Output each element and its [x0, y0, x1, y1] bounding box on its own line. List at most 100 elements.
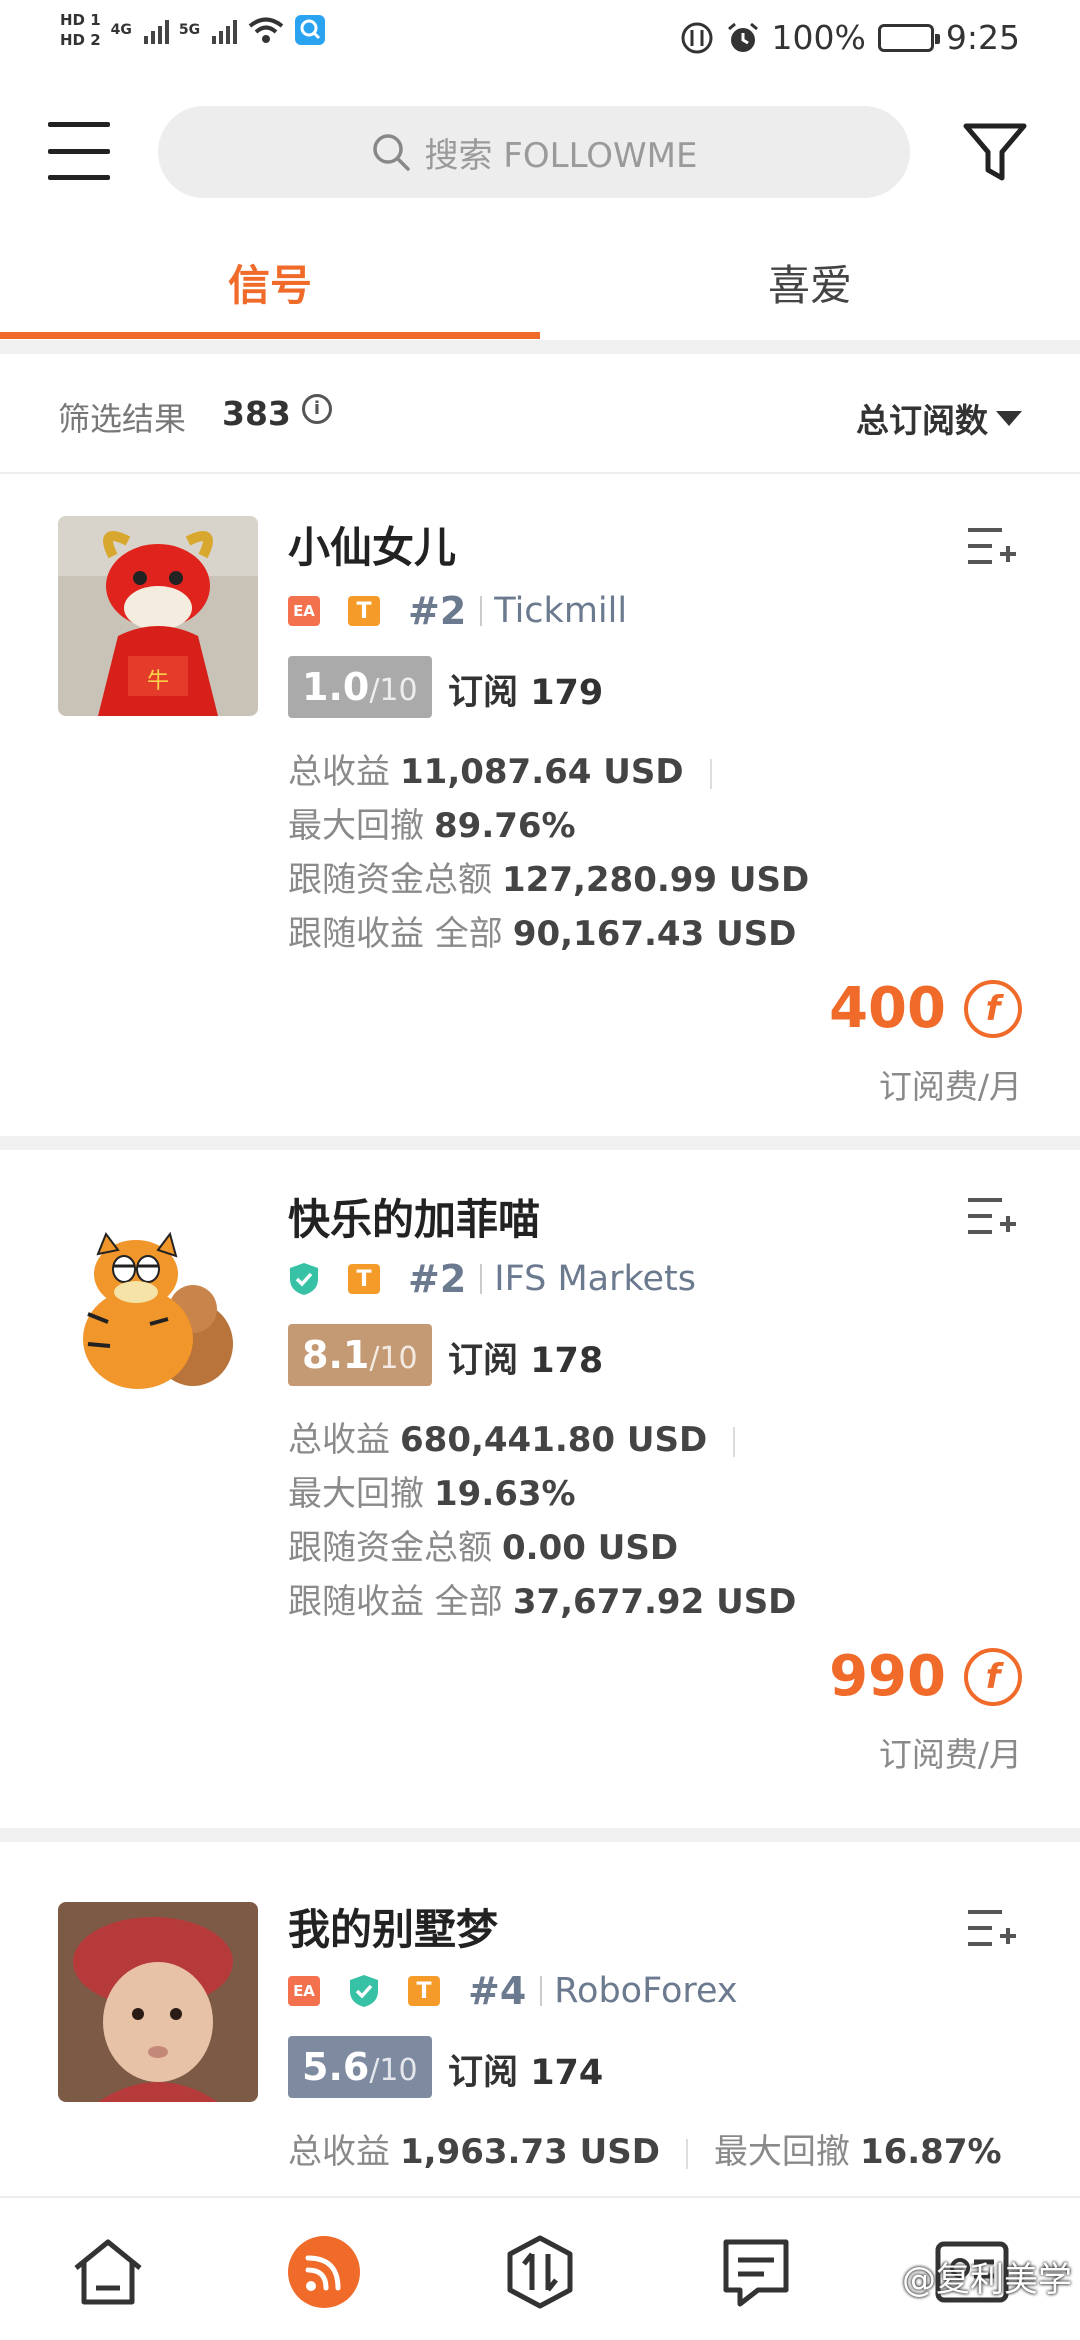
score-badge: 8.1 /10 [288, 1324, 432, 1386]
signal-name[interactable]: 我的别墅梦 [288, 1896, 498, 1957]
trader-badge: T [408, 1976, 440, 2006]
sim-indicator: HD 1 HD 2 [60, 11, 101, 49]
score-value: 5.6 [302, 2045, 370, 2089]
score-value: 1.0 [302, 665, 370, 709]
divider [0, 340, 1080, 354]
divider [480, 596, 483, 626]
total-profit: 总收益 1,963.73 USD 最大回撤 16.87% [288, 2132, 1002, 2172]
coin-icon: f [964, 979, 1022, 1038]
avatar: 牛 [58, 516, 258, 716]
wifi-icon [248, 17, 284, 43]
follow-funds: 跟随资金总额 127,280.99 USD [288, 860, 810, 900]
network-type-2: 5G [178, 22, 201, 38]
ea-badge: EA [288, 1976, 320, 2006]
clock: 9:25 [945, 18, 1020, 57]
active-tab-indicator [0, 332, 540, 339]
total-profit: 总收益 11,087.64 USD [288, 744, 712, 793]
signal-icon [212, 16, 238, 44]
subscriber-count: 订阅 179 [448, 673, 604, 713]
badge-row: EA T #4 RoboForex [288, 1966, 738, 2016]
caret-down-icon [996, 410, 1022, 426]
feed-icon[interactable] [286, 2234, 362, 2310]
add-to-list-icon[interactable] [966, 524, 1016, 568]
price-unit: 订阅费/月 [878, 1735, 1022, 1774]
verified-shield-icon [350, 1975, 378, 2007]
filter-icon[interactable] [962, 120, 1028, 184]
broker-name: RoboForex [554, 1971, 738, 2011]
rank: #2 [408, 1257, 467, 1301]
tab-favorites[interactable]: 喜爱 [540, 252, 1080, 313]
score-value: 8.1 [302, 1333, 370, 1377]
signal-name[interactable]: 快乐的加菲喵 [288, 1186, 540, 1247]
price-unit: 订阅费/月 [878, 1067, 1022, 1106]
follow-profit: 跟随收益 全部 37,677.92 USD [288, 1582, 797, 1622]
add-to-list-icon[interactable] [966, 1906, 1016, 1950]
signal-card[interactable]: 牛 小仙女儿 EA T #2 Tickmill 1.0 /10 订阅 179 总… [0, 476, 1080, 1136]
signal-icon [143, 16, 169, 44]
score-max: /10 [369, 1341, 418, 1376]
signal-card[interactable]: 我的别墅梦 EA T #4 RoboForex 5.6 /10 订阅 174 总… [0, 1842, 1080, 2196]
subscriber-count: 订阅 174 [448, 2053, 604, 2093]
trade-icon[interactable] [502, 2234, 578, 2310]
price-value: 990 [829, 1644, 946, 1709]
total-profit: 总收益 680,441.80 USD [288, 1412, 736, 1461]
divider [0, 1136, 1080, 1150]
verified-shield-icon [290, 1263, 318, 1295]
subscription-price: 400 f [829, 976, 1022, 1041]
watermark: @复利美学 [902, 2260, 1072, 2300]
max-drawdown-value: 16.87% [859, 2132, 1002, 2172]
status-bar: HD 1 HD 2 4G 5G 100% 9:25 [0, 0, 1080, 84]
sort-label: 总订阅数 [856, 401, 988, 440]
max-drawdown: 最大回撤 89.76% [288, 806, 576, 846]
coin-icon: f [964, 1647, 1022, 1706]
score-max: /10 [369, 2053, 418, 2088]
broker-name: IFS Markets [494, 1259, 697, 1299]
app-notification-icon [295, 15, 326, 45]
badge-row: EA T #2 Tickmill [288, 586, 627, 636]
max-drawdown-label: 最大回撤 [713, 2132, 850, 2172]
result-count: 383 [222, 394, 291, 433]
trader-badge: T [348, 1264, 380, 1294]
badge-row: T #2 IFS Markets [288, 1254, 696, 1304]
ea-badge: EA [288, 596, 320, 626]
network-type-1: 4G [110, 22, 132, 38]
divider [540, 1976, 543, 2006]
home-icon[interactable] [70, 2234, 146, 2310]
score-badge: 5.6 /10 [288, 2036, 432, 2098]
follow-profit: 跟随收益 全部 90,167.43 USD [288, 914, 797, 954]
data-saver-icon [681, 22, 713, 53]
avatar [58, 1902, 258, 2102]
alarm-icon [727, 22, 758, 52]
rank: #2 [408, 589, 467, 633]
result-label: 筛选结果 [58, 400, 187, 438]
filter-result-row: 筛选结果 383 i 总订阅数 [0, 354, 1080, 474]
add-to-list-icon[interactable] [966, 1194, 1016, 1238]
avatar [58, 1204, 258, 1404]
bottom-nav: @复利美学 [0, 2196, 1080, 2340]
score-badge: 1.0 /10 [288, 656, 432, 718]
search-icon [372, 134, 410, 171]
divider [480, 1264, 483, 1294]
follow-funds: 跟随资金总额 0.00 USD [288, 1528, 679, 1568]
search-placeholder: 搜索 FOLLOWME [424, 135, 698, 176]
signal-card[interactable]: 快乐的加菲喵 T #2 IFS Markets 8.1 /10 订阅 178 总… [0, 1150, 1080, 1828]
subscription-price: 990 f [829, 1644, 1022, 1709]
price-value: 400 [829, 976, 946, 1041]
signal-name[interactable]: 小仙女儿 [288, 514, 456, 575]
menu-icon[interactable] [48, 122, 110, 180]
battery-icon [877, 23, 940, 52]
search-input[interactable]: 搜索 FOLLOWME [158, 106, 910, 198]
broker-name: Tickmill [494, 591, 628, 631]
sort-dropdown[interactable]: 总订阅数 [856, 394, 1022, 442]
battery-percent: 100% [771, 18, 866, 57]
rank: #4 [468, 1969, 527, 2013]
subscriber-count: 订阅 178 [448, 1341, 604, 1381]
svg-text:牛: 牛 [147, 669, 169, 694]
max-drawdown: 最大回撤 19.63% [288, 1474, 576, 1514]
score-max: /10 [369, 673, 418, 708]
info-icon[interactable]: i [302, 394, 332, 424]
tab-bar: 信号 喜爱 [0, 238, 1080, 342]
divider [0, 1828, 1080, 1842]
message-icon[interactable] [718, 2234, 794, 2310]
tab-signals[interactable]: 信号 [0, 252, 540, 313]
